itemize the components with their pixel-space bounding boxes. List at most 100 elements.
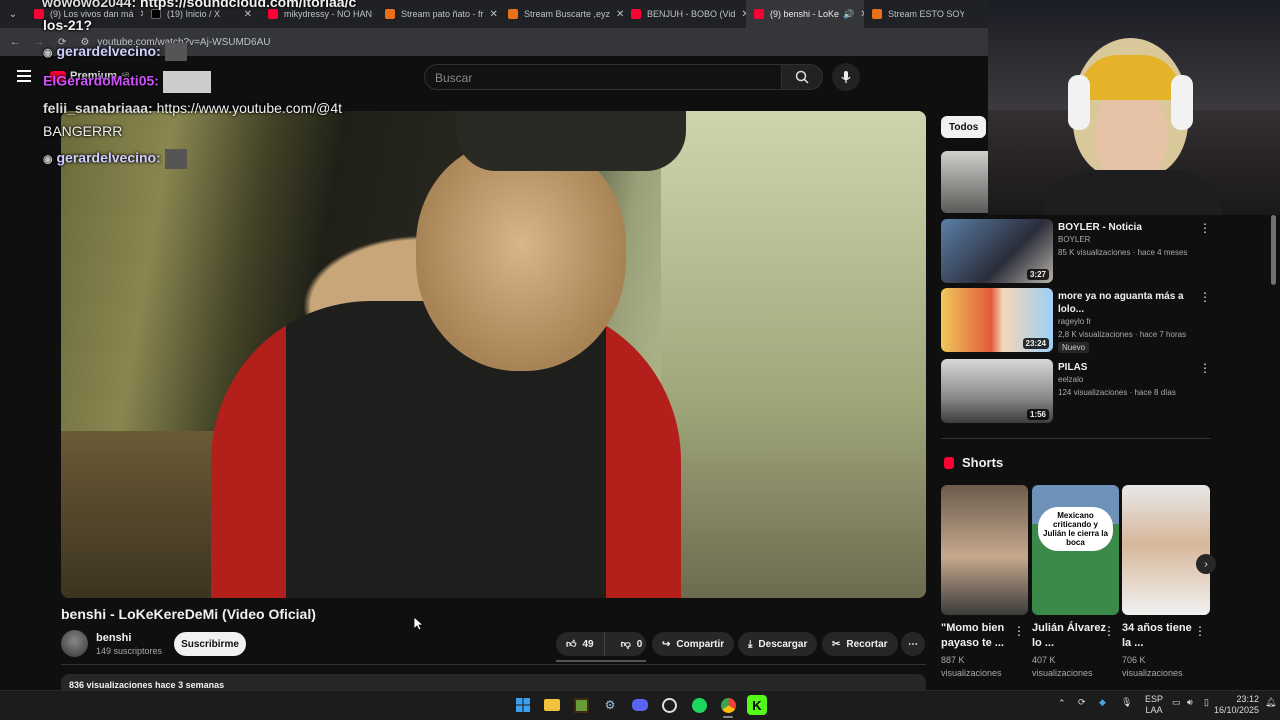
recommendation-channel[interactable]: rageylo fr xyxy=(1058,317,1091,326)
chat-username: ElGerardoMati05: xyxy=(43,72,159,89)
recommendation-thumbnail[interactable]: 3:27 xyxy=(941,219,1053,283)
close-tab-icon[interactable]: ✕ xyxy=(854,9,864,20)
chat-text: BANGERRR xyxy=(43,123,123,139)
obs-icon[interactable] xyxy=(659,695,679,715)
chrome-icon[interactable] xyxy=(718,695,738,715)
close-tab-icon[interactable]: ✕ xyxy=(134,9,143,20)
discord-icon[interactable] xyxy=(630,695,650,715)
recommendation-channel[interactable]: eelzalo xyxy=(1058,375,1083,384)
recommendation-title[interactable]: more ya no aguanta más a lolo... xyxy=(1058,290,1198,316)
tab-label: mikydressy - NO HAN xyxy=(284,9,373,19)
tray-microphone-icon[interactable]: 🎙︎ xyxy=(1121,697,1132,708)
tab-label: BENJUH - BOBO (Vid xyxy=(647,9,736,19)
filter-chip-all[interactable]: Todos xyxy=(941,116,987,138)
share-icon: ↪ xyxy=(662,638,671,650)
tray-sync-icon[interactable]: ⟳ xyxy=(1078,697,1086,708)
tray-chevron-up-icon[interactable]: ⌃ xyxy=(1058,698,1066,709)
description-box[interactable]: 836 visualizaciones hace 3 semanas xyxy=(61,674,926,690)
close-tab-icon[interactable]: ✕ xyxy=(238,9,252,20)
more-actions-button[interactable]: ⋯ xyxy=(901,632,925,656)
voice-search-button[interactable] xyxy=(832,63,860,91)
channel-avatar[interactable] xyxy=(61,630,88,657)
short-thumbnail[interactable]: Mexicano criticando y Julián le cierra l… xyxy=(1032,485,1119,615)
youtube-favicon-icon xyxy=(268,9,278,19)
shorts-heading: Shorts xyxy=(962,455,1004,470)
shorts-next-button[interactable]: › xyxy=(1196,554,1216,574)
recommendation-thumb-partial[interactable] xyxy=(941,151,989,213)
search-input[interactable]: Buscar xyxy=(424,64,782,90)
short-thumb-caption: Mexicano criticando y Julián le cierra l… xyxy=(1038,507,1113,551)
clip-button[interactable]: ✂ Recortar xyxy=(822,632,898,656)
short-thumbnail[interactable] xyxy=(941,485,1028,615)
menu-hamburger-icon[interactable] xyxy=(17,70,31,82)
close-tab-icon[interactable]: ✕ xyxy=(484,9,498,20)
network-icon[interactable]: ▭ xyxy=(1172,697,1181,708)
webcam-person-face xyxy=(1095,88,1167,183)
download-label: Descargar xyxy=(758,638,808,650)
tab-label: (19) Inicio / X xyxy=(167,9,221,19)
back-arrow-icon[interactable]: ← xyxy=(10,37,20,48)
more-vert-icon[interactable]: ⋮ xyxy=(1013,624,1025,638)
tray-shield-icon[interactable]: ◆ xyxy=(1099,697,1106,708)
recommendation-title[interactable]: PILAS xyxy=(1058,361,1198,374)
short-thumbnail[interactable] xyxy=(1122,485,1210,615)
share-label: Compartir xyxy=(676,638,725,650)
video-player[interactable] xyxy=(61,111,926,598)
recommendation-item[interactable]: 3:27 BOYLER - Noticia BOYLER 85 K visual… xyxy=(941,219,1211,283)
mouse-cursor-icon xyxy=(414,617,424,631)
kick-icon[interactable]: K xyxy=(747,695,767,715)
more-vert-icon[interactable]: ⋮ xyxy=(1103,624,1115,638)
recommendation-item[interactable]: 1:56 PILAS eelzalo 124 visualizaciones ·… xyxy=(941,359,1211,423)
video-frame-person-jacket xyxy=(211,301,681,598)
browser-tab[interactable]: BENJUH - BOBO (Vid ✕ xyxy=(623,0,746,28)
more-vert-icon[interactable]: ⋮ xyxy=(1199,290,1211,304)
more-vert-icon[interactable]: ⋮ xyxy=(1194,624,1206,638)
short-title[interactable]: Julián Álvarez lo ... xyxy=(1032,621,1108,651)
dislike-button[interactable]: 👎︎ 0 xyxy=(611,632,653,656)
file-explorer-icon[interactable] xyxy=(542,695,562,715)
like-dislike-group: 👍︎ 49 👎︎ 0 xyxy=(556,632,646,656)
webcam-headphones-left xyxy=(1068,75,1090,130)
share-button[interactable]: ↪ Compartir xyxy=(652,632,735,656)
audio-playing-icon[interactable]: 🔊 xyxy=(843,9,854,20)
short-title[interactable]: "Momo bien payaso te ... xyxy=(941,621,1017,651)
recommendation-thumbnail[interactable]: 1:56 xyxy=(941,359,1053,423)
browser-tab[interactable]: Stream Buscarte ,eyz ✕ xyxy=(500,0,623,28)
like-button[interactable]: 👍︎ 49 xyxy=(556,632,605,656)
volume-icon[interactable]: 🔊︎ xyxy=(1187,697,1193,708)
minecraft-icon[interactable] xyxy=(571,695,591,715)
youtube-favicon-icon xyxy=(754,9,764,19)
chat-badge-icon: ◉ xyxy=(43,47,53,59)
recommendation-item[interactable]: 23:24 more ya no aguanta más a lolo... r… xyxy=(941,288,1211,353)
clock-time: 23:12 xyxy=(1236,694,1259,704)
recommendation-title[interactable]: BOYLER - Noticia xyxy=(1058,221,1198,234)
sidebar-scrollbar[interactable] xyxy=(1271,215,1276,285)
browser-tab[interactable]: Stream ESTO SOY YO xyxy=(864,0,964,28)
recommendation-channel[interactable]: BOYLER xyxy=(1058,235,1090,244)
browser-tab-active[interactable]: (9) benshi - LoKe🔊✕ xyxy=(746,0,864,28)
recommendation-meta: 2,8 K visualizaciones · hace 7 horas xyxy=(1058,330,1187,339)
subscribe-button[interactable]: Suscribirme xyxy=(174,632,246,656)
chat-emote-icon xyxy=(162,71,211,93)
close-tab-icon[interactable]: ✕ xyxy=(610,9,623,20)
search-button[interactable] xyxy=(781,64,823,90)
keyboard-language[interactable]: ESP LAA xyxy=(1145,694,1163,716)
more-vert-icon[interactable]: ⋮ xyxy=(1199,361,1211,375)
short-title[interactable]: 34 años tiene la ... xyxy=(1122,621,1198,651)
tab-label: (9) benshi - LoKe xyxy=(770,9,840,19)
spotify-icon[interactable] xyxy=(689,695,709,715)
steam-icon[interactable]: ⚙ xyxy=(600,695,620,715)
chat-message: los-21? xyxy=(43,17,92,33)
download-button[interactable]: ⤓ Descargar xyxy=(738,632,818,656)
browser-tab[interactable]: Stream pato ñato - fr ✕ xyxy=(377,0,500,28)
close-tab-icon[interactable]: ✕ xyxy=(735,9,746,20)
windows-start-icon[interactable] xyxy=(513,695,533,715)
channel-name[interactable]: benshi xyxy=(96,632,131,644)
tab-list-chevron-icon[interactable]: ⌄ xyxy=(0,9,26,20)
system-clock[interactable]: 23:12 16/10/2025 xyxy=(1209,694,1259,716)
more-vert-icon[interactable]: ⋮ xyxy=(1199,221,1211,235)
like-count: 49 xyxy=(582,638,594,650)
tab-label: Stream pato ñato - fr xyxy=(401,9,484,19)
notification-bell-icon[interactable]: 🔔︎ xyxy=(1265,697,1276,708)
recommendation-thumbnail[interactable]: 23:24 xyxy=(941,288,1053,352)
